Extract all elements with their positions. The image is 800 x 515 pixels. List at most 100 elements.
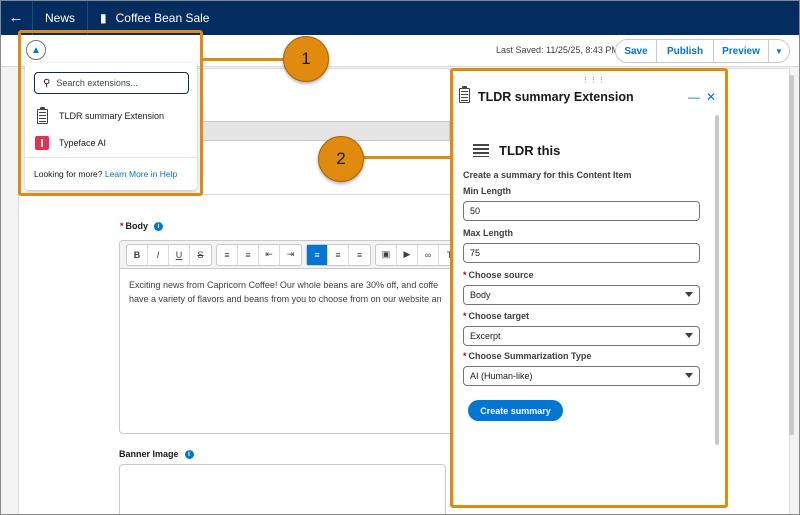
body-text[interactable]: Exciting news from Capricorn Coffee! Our… <box>129 278 449 306</box>
bullet-list-icon[interactable]: ≡ <box>217 244 238 265</box>
rich-text-editor[interactable]: B I U S ≡ ≡ ⇤ ⇥ ≡ ≡ ≡ ▣ ▶ ∞ T Exciting n… <box>119 240 461 434</box>
choose-target-label: * Choose target <box>463 311 529 321</box>
banner-image-label: Banner Image i <box>119 449 194 460</box>
callout-badge-2: 2 <box>318 136 364 182</box>
strikethrough-icon[interactable]: S <box>190 245 211 265</box>
video-icon[interactable]: ▶ <box>397 244 418 265</box>
min-length-label: Min Length <box>463 186 511 196</box>
last-saved-text: Last Saved: 11/25/25, 8:43 PM <box>496 45 619 55</box>
search-extensions-box[interactable]: ⚲ <box>34 72 189 94</box>
tldr-heading: TLDR this <box>473 143 560 158</box>
title-field-placeholder <box>200 121 450 141</box>
clipboard-icon <box>35 106 49 124</box>
insert-group: ▣ ▶ ∞ T <box>375 243 461 266</box>
list-lines-icon <box>473 144 489 157</box>
divider <box>25 157 197 158</box>
minimize-icon[interactable]: ― <box>688 90 700 104</box>
chevron-down-icon <box>685 292 693 297</box>
banner-image-dropzone[interactable] <box>119 464 446 515</box>
learn-more-text: Looking for more? Learn More in Help <box>34 169 177 179</box>
body-text-line: Exciting news from Capricorn Coffee! Our… <box>129 280 439 290</box>
save-button[interactable]: Save <box>615 39 657 63</box>
choose-source-value: Body <box>470 290 491 300</box>
panel-scrollbar[interactable] <box>715 115 719 445</box>
summarization-type-label: * Choose Summarization Type <box>463 351 591 361</box>
bold-icon[interactable]: B <box>127 244 148 265</box>
menu-item-label: TLDR summary Extension <box>59 111 165 121</box>
preview-button[interactable]: Preview <box>714 39 769 63</box>
required-marker: * <box>120 221 124 231</box>
required-marker: * <box>463 351 467 361</box>
rich-text-toolbar: B I U S ≡ ≡ ⇤ ⇥ ≡ ≡ ≡ ▣ ▶ ∞ T <box>120 241 461 269</box>
max-length-label: Max Length <box>463 228 514 238</box>
menu-item-typeface-ai[interactable]: Typeface AI <box>35 135 106 151</box>
tldr-heading-text: TLDR this <box>499 143 561 158</box>
body-text-line: have a variety of flavors and beans from… <box>129 294 442 304</box>
choose-target-value: Excerpt <box>470 331 501 341</box>
required-marker: * <box>463 270 467 280</box>
chevron-down-icon: ▼ <box>775 46 783 56</box>
callout-connector-1 <box>203 58 285 61</box>
summarization-type-value: AI (Human-like) <box>470 371 533 381</box>
panel-description: Create a summary for this Content Item <box>463 170 632 180</box>
align-group: ≡ ≡ ≡ <box>306 243 371 266</box>
align-left-icon[interactable]: ≡ <box>307 244 328 265</box>
tab-news[interactable]: News <box>32 0 87 35</box>
panel-header: TLDR summary Extension <box>459 86 634 106</box>
publish-button[interactable]: Publish <box>657 39 714 63</box>
clipboard-icon <box>459 86 470 106</box>
typeface-icon <box>35 135 49 151</box>
divider <box>200 194 450 195</box>
info-icon[interactable]: i <box>184 450 194 460</box>
tab-news-label: News <box>45 10 76 25</box>
extensions-icon[interactable]: ▲ <box>26 40 46 60</box>
callout-badge-1: 1 <box>283 36 329 82</box>
list-group: ≡ ≡ ⇤ ⇥ <box>216 243 302 266</box>
menu-item-tldr-extension[interactable]: TLDR summary Extension <box>35 106 165 124</box>
tldr-extension-panel: ⋮⋮⋮ TLDR summary Extension ― ✕ TLDR this… <box>453 75 722 505</box>
min-length-input[interactable]: 50 <box>463 201 700 221</box>
outdent-icon[interactable]: ⇤ <box>259 244 280 265</box>
chevron-down-icon <box>685 373 693 378</box>
choose-source-label: * Choose source <box>463 270 534 280</box>
indent-icon[interactable]: ⇥ <box>280 245 301 265</box>
format-group: B I U S <box>126 243 212 266</box>
info-icon[interactable]: i <box>154 222 164 232</box>
drag-handle-icon[interactable]: ⋮⋮⋮ <box>582 76 606 84</box>
underline-icon[interactable]: U <box>169 244 190 265</box>
tab-coffee-bean-sale-label: Coffee Bean Sale <box>115 10 210 25</box>
create-summary-button[interactable]: Create summary <box>468 400 563 421</box>
action-button-group: Save Publish Preview ▼ <box>615 39 790 63</box>
required-marker: * <box>463 311 467 321</box>
menu-item-label: Typeface AI <box>59 138 107 148</box>
summarization-type-select[interactable]: AI (Human-like) <box>463 366 700 386</box>
extensions-menu: ⚲ TLDR summary Extension Typeface AI Loo… <box>25 63 197 190</box>
chevron-down-icon <box>685 333 693 338</box>
search-extensions-input[interactable] <box>56 78 177 88</box>
callout-connector-2 <box>362 156 450 159</box>
learn-more-link[interactable]: Learn More in Help <box>105 169 177 179</box>
document-icon: ▮ <box>100 10 107 25</box>
align-right-icon[interactable]: ≡ <box>349 245 370 265</box>
choose-target-select[interactable]: Excerpt <box>463 326 700 346</box>
numbered-list-icon[interactable]: ≡ <box>238 244 259 265</box>
max-length-input[interactable]: 75 <box>463 243 700 263</box>
banner-label-text: Banner Image <box>119 449 179 459</box>
close-icon[interactable]: ✕ <box>706 90 716 104</box>
image-icon[interactable]: ▣ <box>376 244 397 265</box>
page-scrollbar[interactable] <box>789 75 794 435</box>
italic-icon[interactable]: I <box>148 244 169 265</box>
body-label-text: Body <box>125 221 149 231</box>
more-actions-button[interactable]: ▼ <box>769 39 790 63</box>
back-arrow-icon[interactable]: ← <box>0 0 32 35</box>
summarization-type-label-text: Choose Summarization Type <box>468 351 592 361</box>
search-icon: ⚲ <box>43 77 51 89</box>
body-label: * Body i <box>120 221 164 232</box>
link-icon[interactable]: ∞ <box>418 244 439 265</box>
more-text: Looking for more? <box>34 169 103 179</box>
tab-coffee-bean-sale[interactable]: ▮ Coffee Bean Sale <box>87 0 221 35</box>
align-center-icon[interactable]: ≡ <box>328 244 349 265</box>
choose-source-label-text: Choose source <box>468 270 534 280</box>
panel-title: TLDR summary Extension <box>478 90 634 104</box>
choose-source-select[interactable]: Body <box>463 285 700 305</box>
